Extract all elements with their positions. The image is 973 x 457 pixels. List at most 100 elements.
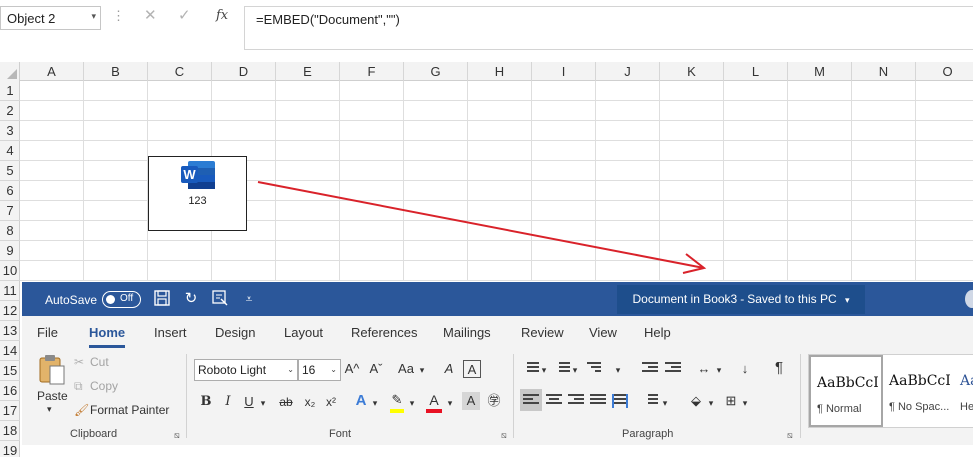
- highlight-icon[interactable]: ✎: [388, 391, 406, 409]
- autosave-toggle[interactable]: Off: [102, 291, 141, 308]
- bullets-dropdown-icon[interactable]: ▾: [539, 361, 549, 379]
- underline-button[interactable]: U: [242, 393, 256, 411]
- row-header[interactable]: 12: [0, 301, 20, 321]
- text-effects-icon[interactable]: A: [353, 392, 369, 410]
- row-header[interactable]: 17: [0, 401, 20, 421]
- row-header[interactable]: 18: [0, 421, 20, 441]
- paragraph-shading-dropdown-icon[interactable]: ▾: [706, 394, 716, 412]
- save-icon[interactable]: [153, 290, 171, 308]
- clear-formatting-icon[interactable]: A: [440, 360, 458, 378]
- row-header[interactable]: 15: [0, 361, 20, 381]
- formula-input[interactable]: =EMBED("Document",""): [244, 6, 973, 50]
- column-header[interactable]: E: [276, 62, 340, 81]
- justify-icon[interactable]: [590, 394, 606, 408]
- enclose-characters-icon[interactable]: ㊫: [485, 392, 503, 410]
- row-header[interactable]: 10: [0, 261, 20, 281]
- row-header[interactable]: 2: [0, 101, 20, 121]
- enter-icon[interactable]: ✓: [178, 6, 191, 24]
- font-color-icon[interactable]: A: [426, 391, 442, 409]
- embedded-word-object[interactable]: W 123: [148, 156, 247, 231]
- column-header[interactable]: D: [212, 62, 276, 81]
- tab-design[interactable]: Design: [215, 325, 255, 340]
- highlight-dropdown-icon[interactable]: ▾: [407, 394, 417, 412]
- bullets-icon[interactable]: [523, 362, 539, 376]
- font-launcher-icon[interactable]: ⧅: [501, 430, 507, 441]
- clipboard-launcher-icon[interactable]: ⧅: [174, 430, 180, 441]
- style-heading[interactable]: Aa He: [957, 355, 973, 427]
- paste-label[interactable]: Paste: [37, 389, 68, 403]
- tab-insert[interactable]: Insert: [154, 325, 187, 340]
- column-header[interactable]: N: [852, 62, 916, 81]
- style-normal[interactable]: AaBbCcI ¶ Normal: [809, 355, 883, 427]
- numbering-dropdown-icon[interactable]: ▾: [570, 361, 580, 379]
- superscript-button[interactable]: x²: [323, 393, 339, 411]
- character-border-icon[interactable]: A: [463, 360, 481, 378]
- italic-button[interactable]: I: [221, 393, 235, 411]
- row-header[interactable]: 3: [0, 121, 20, 141]
- align-right-icon[interactable]: [568, 394, 584, 408]
- row-header[interactable]: 19: [0, 441, 20, 457]
- column-header[interactable]: I: [532, 62, 596, 81]
- tab-references[interactable]: References: [351, 325, 417, 340]
- insert-function-button[interactable]: fx: [216, 8, 228, 23]
- tab-view[interactable]: View: [589, 325, 617, 340]
- column-header[interactable]: B: [84, 62, 148, 81]
- shrink-font-icon[interactable]: Aˇ: [367, 360, 385, 378]
- underline-dropdown-icon[interactable]: ▾: [258, 394, 268, 412]
- line-spacing-dropdown-icon[interactable]: ▾: [660, 394, 670, 412]
- row-header[interactable]: 7: [0, 201, 20, 221]
- column-header[interactable]: J: [596, 62, 660, 81]
- row-header[interactable]: 4: [0, 141, 20, 161]
- decrease-indent-icon[interactable]: [642, 362, 658, 376]
- change-case-icon[interactable]: Aa: [395, 360, 417, 378]
- style-no-spacing[interactable]: AaBbCcI ¶ No Spac...: [883, 355, 957, 427]
- account-avatar[interactable]: [965, 290, 973, 308]
- touch-mode-icon[interactable]: [211, 290, 229, 308]
- show-formatting-marks-icon[interactable]: ¶: [771, 359, 787, 377]
- subscript-button[interactable]: x₂: [302, 393, 318, 411]
- multilevel-list-icon[interactable]: [585, 362, 601, 376]
- cancel-icon[interactable]: ✕: [144, 6, 157, 24]
- numbering-icon[interactable]: [554, 362, 570, 376]
- align-left-icon[interactable]: [523, 394, 539, 408]
- column-header[interactable]: A: [20, 62, 84, 81]
- paste-dropdown-icon[interactable]: ▾: [47, 404, 52, 415]
- cut-button[interactable]: ✂ Cut: [74, 355, 109, 369]
- paragraph-launcher-icon[interactable]: ⧅: [787, 430, 793, 441]
- name-box[interactable]: Object 2 ▾: [0, 6, 101, 30]
- row-header[interactable]: 14: [0, 341, 20, 361]
- column-header[interactable]: L: [724, 62, 788, 81]
- select-all-button[interactable]: [0, 62, 20, 81]
- document-title-button[interactable]: Document in Book3- Saved to this PC ▾: [617, 285, 865, 314]
- name-box-dropdown-icon[interactable]: ▾: [91, 11, 96, 22]
- row-header[interactable]: 5: [0, 161, 20, 181]
- tab-review[interactable]: Review: [521, 325, 564, 340]
- redo-icon[interactable]: ↻: [182, 290, 200, 308]
- bold-button[interactable]: B: [199, 393, 213, 411]
- row-header[interactable]: 6: [0, 181, 20, 201]
- customize-qat-icon[interactable]: ⩡: [240, 290, 258, 308]
- row-header[interactable]: 16: [0, 381, 20, 401]
- change-case-dropdown-icon[interactable]: ▾: [417, 361, 427, 379]
- font-color-dropdown-icon[interactable]: ▾: [445, 394, 455, 412]
- multilevel-list-dropdown-icon[interactable]: ▾: [613, 361, 623, 379]
- row-header[interactable]: 13: [0, 321, 20, 341]
- tab-mailings[interactable]: Mailings: [443, 325, 491, 340]
- tab-file[interactable]: File: [37, 325, 58, 340]
- paste-icon[interactable]: [38, 354, 66, 386]
- paragraph-shading-icon[interactable]: ⬙: [687, 392, 705, 410]
- copy-button[interactable]: ⧉ Copy: [74, 379, 118, 394]
- sort-icon[interactable]: ↓: [737, 360, 753, 378]
- grow-font-icon[interactable]: A^: [343, 360, 361, 378]
- column-header[interactable]: F: [340, 62, 404, 81]
- increase-indent-icon[interactable]: [665, 362, 681, 376]
- column-header[interactable]: C: [148, 62, 212, 81]
- distributed-icon[interactable]: [612, 394, 628, 408]
- column-header[interactable]: M: [788, 62, 852, 81]
- borders-dropdown-icon[interactable]: ▾: [740, 394, 750, 412]
- formula-bar-grip[interactable]: ⋮: [112, 8, 125, 24]
- tab-help[interactable]: Help: [644, 325, 671, 340]
- text-effects-dropdown-icon[interactable]: ▾: [370, 394, 380, 412]
- align-center-icon[interactable]: [546, 394, 562, 408]
- column-header[interactable]: H: [468, 62, 532, 81]
